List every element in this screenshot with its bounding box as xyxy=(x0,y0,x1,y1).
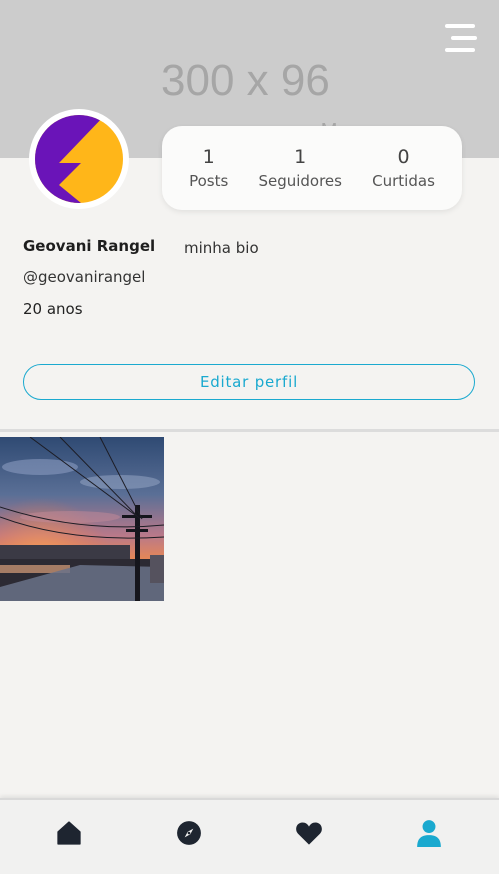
sunset-power-lines-image xyxy=(0,437,164,601)
avatar[interactable] xyxy=(29,109,129,209)
user-icon xyxy=(417,820,441,847)
nav-profile[interactable] xyxy=(414,818,444,848)
bottom-navigation xyxy=(0,798,499,874)
nav-home[interactable] xyxy=(54,818,84,848)
stat-posts[interactable]: 1 Posts xyxy=(189,144,228,192)
heart-icon xyxy=(296,822,322,845)
profile-name: Geovani Rangel xyxy=(23,237,156,255)
stat-value: 1 xyxy=(202,146,215,168)
post-thumbnail[interactable] xyxy=(0,437,164,601)
menu-button[interactable] xyxy=(441,24,477,54)
cover-placeholder-text: 300 x 96 xyxy=(161,56,330,105)
edit-profile-button[interactable]: Editar perfil xyxy=(23,364,475,400)
profile-age: 20 anos xyxy=(23,300,83,318)
profile-bio: minha bio xyxy=(184,239,259,257)
stats-card: 1 Posts 1 Seguidores 0 Curtidas xyxy=(162,126,462,210)
home-icon xyxy=(57,821,81,845)
hamburger-menu-icon xyxy=(445,24,475,28)
profile-handle: @geovanirangel xyxy=(23,268,146,286)
avatar-logo-icon xyxy=(35,115,123,203)
nav-explore[interactable] xyxy=(174,818,204,848)
stat-value: 1 xyxy=(294,146,307,168)
stat-value: 0 xyxy=(397,146,410,168)
stat-label: Seguidores xyxy=(258,172,342,190)
stat-label: Posts xyxy=(189,172,229,190)
nav-likes[interactable] xyxy=(294,818,324,848)
section-divider xyxy=(0,429,499,432)
compass-icon xyxy=(177,821,201,845)
stat-likes[interactable]: 0 Curtidas xyxy=(372,144,435,192)
stat-followers[interactable]: 1 Seguidores xyxy=(258,144,342,192)
stat-label: Curtidas xyxy=(372,172,435,190)
